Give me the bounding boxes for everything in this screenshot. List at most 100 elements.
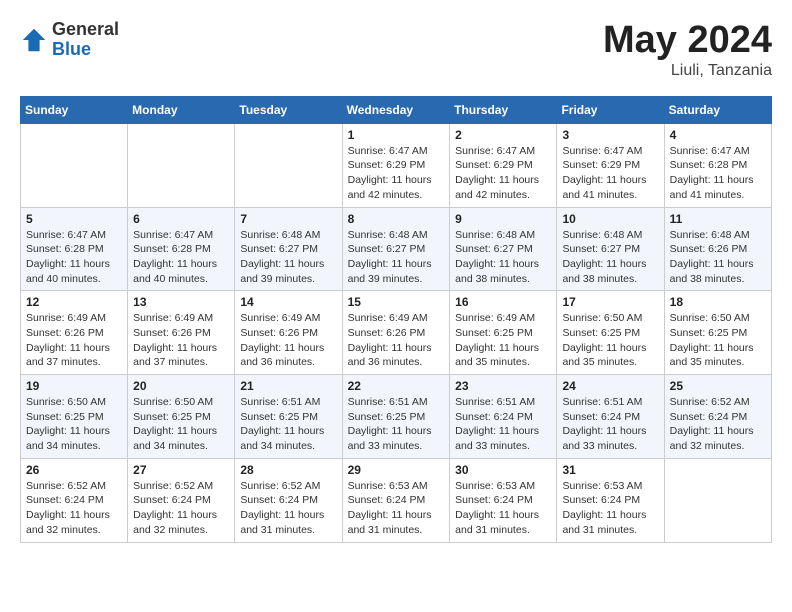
table-row: 1 Sunrise: 6:47 AMSunset: 6:29 PMDaylight…	[342, 123, 450, 207]
day-detail: Sunrise: 6:51 AMSunset: 6:25 PMDaylight:…	[348, 395, 445, 454]
table-row: 24Sunrise: 6:51 AMSunset: 6:24 PMDayligh…	[557, 375, 664, 459]
day-number: 12	[26, 295, 122, 309]
day-detail: Sunrise: 6:47 AMSunset: 6:29 PMDaylight:…	[455, 144, 551, 203]
day-number: 31	[562, 463, 658, 477]
table-row: 31 Sunrise: 6:53 AMSunset: 6:24 PMDayligh…	[557, 458, 664, 542]
day-number: 28	[240, 463, 336, 477]
calendar-week-row: 12 Sunrise: 6:49 AMSunset: 6:26 PMDayligh…	[21, 291, 772, 375]
table-row: 19 Sunrise: 6:50 AMSunset: 6:25 PMDayligh…	[21, 375, 128, 459]
day-number: 19	[26, 379, 122, 393]
col-saturday: Saturday	[664, 96, 771, 123]
title-block: May 2024 Liuli, Tanzania	[603, 20, 772, 80]
day-detail: Sunrise: 6:49 AMSunset: 6:26 PMDaylight:…	[133, 311, 229, 370]
logo-icon	[20, 26, 48, 54]
day-detail: Sunrise: 6:48 AMSunset: 6:27 PMDaylight:…	[348, 228, 445, 287]
day-detail: Sunrise: 6:48 AMSunset: 6:27 PMDaylight:…	[562, 228, 658, 287]
location-title: Liuli, Tanzania	[603, 62, 772, 80]
calendar-week-row: 5 Sunrise: 6:47 AMSunset: 6:28 PMDaylight…	[21, 207, 772, 291]
col-tuesday: Tuesday	[235, 96, 342, 123]
day-detail: Sunrise: 6:48 AMSunset: 6:27 PMDaylight:…	[455, 228, 551, 287]
day-number: 9	[455, 212, 551, 226]
day-number: 30	[455, 463, 551, 477]
day-number: 14	[240, 295, 336, 309]
col-wednesday: Wednesday	[342, 96, 450, 123]
day-detail: Sunrise: 6:49 AMSunset: 6:25 PMDaylight:…	[455, 311, 551, 370]
page-header: General Blue May 2024 Liuli, Tanzania	[20, 20, 772, 80]
table-row: 9 Sunrise: 6:48 AMSunset: 6:27 PMDaylight…	[450, 207, 557, 291]
day-number: 26	[26, 463, 122, 477]
day-detail: Sunrise: 6:53 AMSunset: 6:24 PMDaylight:…	[562, 479, 658, 538]
table-row: 13 Sunrise: 6:49 AMSunset: 6:26 PMDayligh…	[128, 291, 235, 375]
day-detail: Sunrise: 6:49 AMSunset: 6:26 PMDaylight:…	[26, 311, 122, 370]
table-row: 16Sunrise: 6:49 AMSunset: 6:25 PMDayligh…	[450, 291, 557, 375]
table-row: 18Sunrise: 6:50 AMSunset: 6:25 PMDayligh…	[664, 291, 771, 375]
table-row	[21, 123, 128, 207]
table-row: 7 Sunrise: 6:48 AMSunset: 6:27 PMDaylight…	[235, 207, 342, 291]
col-sunday: Sunday	[21, 96, 128, 123]
table-row: 8Sunrise: 6:48 AMSunset: 6:27 PMDaylight…	[342, 207, 450, 291]
table-row: 30 Sunrise: 6:53 AMSunset: 6:24 PMDayligh…	[450, 458, 557, 542]
day-number: 2	[455, 128, 551, 142]
table-row: 29 Sunrise: 6:53 AMSunset: 6:24 PMDayligh…	[342, 458, 450, 542]
day-number: 6	[133, 212, 229, 226]
day-number: 21	[240, 379, 336, 393]
day-detail: Sunrise: 6:47 AMSunset: 6:29 PMDaylight:…	[348, 144, 445, 203]
table-row: 20 Sunrise: 6:50 AMSunset: 6:25 PMDayligh…	[128, 375, 235, 459]
logo: General Blue	[20, 20, 119, 60]
day-number: 29	[348, 463, 445, 477]
month-title: May 2024	[603, 20, 772, 62]
day-number: 3	[562, 128, 658, 142]
day-number: 20	[133, 379, 229, 393]
day-detail: Sunrise: 6:49 AMSunset: 6:26 PMDaylight:…	[240, 311, 336, 370]
table-row: 27 Sunrise: 6:52 AMSunset: 6:24 PMDayligh…	[128, 458, 235, 542]
calendar-week-row: 1 Sunrise: 6:47 AMSunset: 6:29 PMDaylight…	[21, 123, 772, 207]
day-detail: Sunrise: 6:50 AMSunset: 6:25 PMDaylight:…	[26, 395, 122, 454]
table-row: 10 Sunrise: 6:48 AMSunset: 6:27 PMDayligh…	[557, 207, 664, 291]
logo-general: General	[52, 20, 119, 40]
day-number: 15	[348, 295, 445, 309]
day-number: 13	[133, 295, 229, 309]
day-detail: Sunrise: 6:53 AMSunset: 6:24 PMDaylight:…	[455, 479, 551, 538]
calendar-week-row: 26 Sunrise: 6:52 AMSunset: 6:24 PMDayligh…	[21, 458, 772, 542]
calendar-table: Sunday Monday Tuesday Wednesday Thursday…	[20, 96, 772, 543]
day-number: 7	[240, 212, 336, 226]
day-number: 4	[670, 128, 766, 142]
day-detail: Sunrise: 6:47 AMSunset: 6:29 PMDaylight:…	[562, 144, 658, 203]
day-detail: Sunrise: 6:52 AMSunset: 6:24 PMDaylight:…	[670, 395, 766, 454]
day-number: 10	[562, 212, 658, 226]
table-row: 26Sunrise: 6:52 AMSunset: 6:24 PMDayligh…	[21, 458, 128, 542]
calendar-header-row: Sunday Monday Tuesday Wednesday Thursday…	[21, 96, 772, 123]
day-detail: Sunrise: 6:52 AMSunset: 6:24 PMDaylight:…	[240, 479, 336, 538]
table-row: 5 Sunrise: 6:47 AMSunset: 6:28 PMDaylight…	[21, 207, 128, 291]
day-detail: Sunrise: 6:50 AMSunset: 6:25 PMDaylight:…	[562, 311, 658, 370]
day-number: 23	[455, 379, 551, 393]
table-row: 11 Sunrise: 6:48 AMSunset: 6:26 PMDayligh…	[664, 207, 771, 291]
col-thursday: Thursday	[450, 96, 557, 123]
table-row: 22 Sunrise: 6:51 AMSunset: 6:25 PMDayligh…	[342, 375, 450, 459]
table-row: 28 Sunrise: 6:52 AMSunset: 6:24 PMDayligh…	[235, 458, 342, 542]
day-detail: Sunrise: 6:51 AMSunset: 6:24 PMDaylight:…	[562, 395, 658, 454]
day-number: 11	[670, 212, 766, 226]
day-detail: Sunrise: 6:52 AMSunset: 6:24 PMDaylight:…	[133, 479, 229, 538]
calendar-week-row: 19 Sunrise: 6:50 AMSunset: 6:25 PMDayligh…	[21, 375, 772, 459]
day-number: 17	[562, 295, 658, 309]
day-number: 5	[26, 212, 122, 226]
day-detail: Sunrise: 6:47 AMSunset: 6:28 PMDaylight:…	[670, 144, 766, 203]
day-number: 27	[133, 463, 229, 477]
day-detail: Sunrise: 6:47 AMSunset: 6:28 PMDaylight:…	[26, 228, 122, 287]
day-detail: Sunrise: 6:51 AMSunset: 6:25 PMDaylight:…	[240, 395, 336, 454]
day-number: 22	[348, 379, 445, 393]
day-detail: Sunrise: 6:49 AMSunset: 6:26 PMDaylight:…	[348, 311, 445, 370]
day-number: 1	[348, 128, 445, 142]
day-detail: Sunrise: 6:50 AMSunset: 6:25 PMDaylight:…	[133, 395, 229, 454]
table-row: 15 Sunrise: 6:49 AMSunset: 6:26 PMDayligh…	[342, 291, 450, 375]
day-number: 25	[670, 379, 766, 393]
table-row: 3 Sunrise: 6:47 AMSunset: 6:29 PMDaylight…	[557, 123, 664, 207]
day-detail: Sunrise: 6:53 AMSunset: 6:24 PMDaylight:…	[348, 479, 445, 538]
day-detail: Sunrise: 6:50 AMSunset: 6:25 PMDaylight:…	[670, 311, 766, 370]
col-monday: Monday	[128, 96, 235, 123]
table-row: 12 Sunrise: 6:49 AMSunset: 6:26 PMDayligh…	[21, 291, 128, 375]
day-detail: Sunrise: 6:48 AMSunset: 6:26 PMDaylight:…	[670, 228, 766, 287]
day-detail: Sunrise: 6:48 AMSunset: 6:27 PMDaylight:…	[240, 228, 336, 287]
table-row: 6Sunrise: 6:47 AMSunset: 6:28 PMDaylight…	[128, 207, 235, 291]
